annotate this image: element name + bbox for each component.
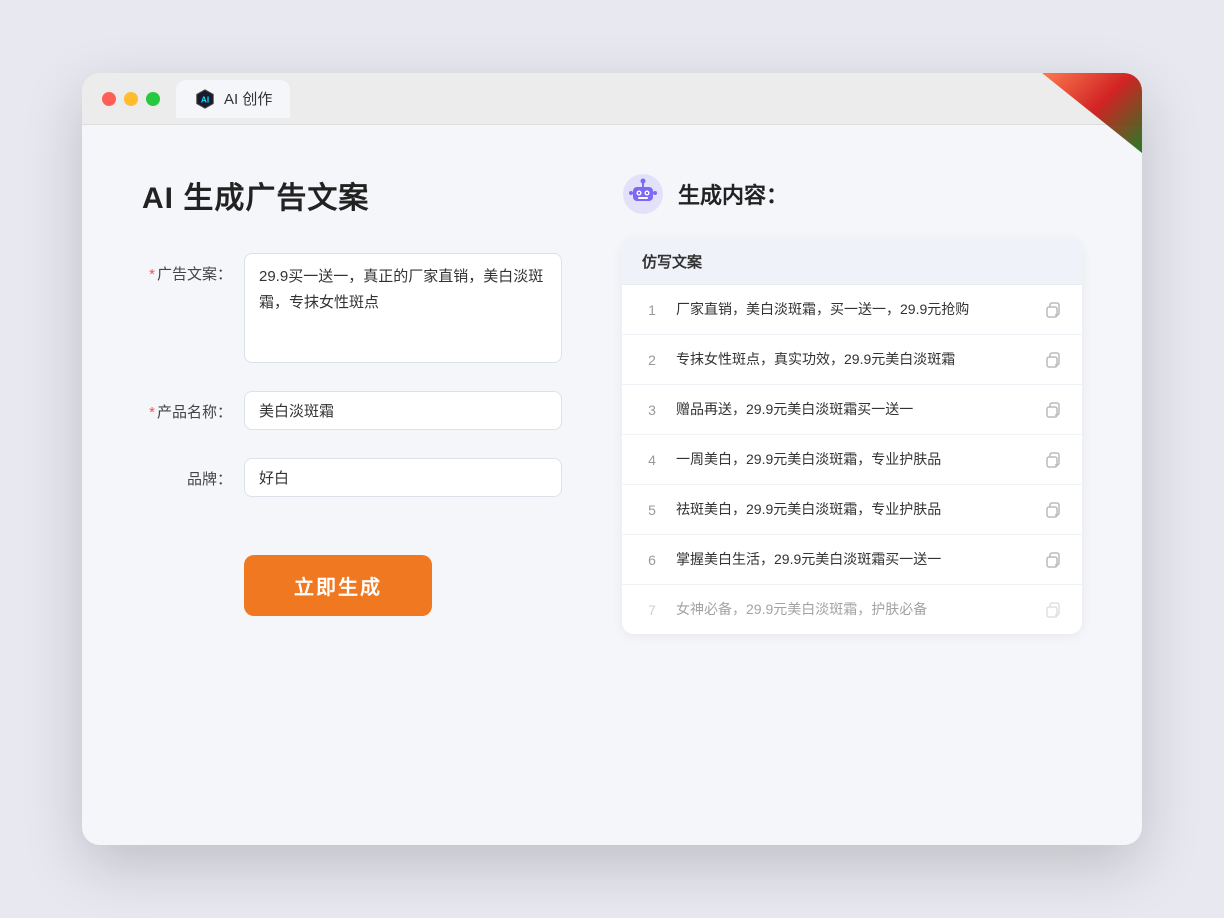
copy-icon[interactable] [1042,500,1062,520]
row-text: 掌握美白生活，29.9元美白淡斑霜买一送一 [676,549,1028,570]
row-text: 专抹女性斑点，真实功效，29.9元美白淡斑霜 [676,349,1028,370]
row-number: 2 [642,352,662,368]
browser-content: AI 生成广告文案 *广告文案： 29.9买一送一，真正的厂家直销，美白淡斑霜，… [82,125,1142,845]
result-rows-container: 1 厂家直销，美白淡斑霜，买一送一，29.9元抢购 2 专抹女性斑点，真实功效，… [622,285,1082,634]
brand-label: 品牌： [142,458,232,489]
copy-icon[interactable] [1042,400,1062,420]
required-star: * [149,266,155,283]
copy-icon[interactable] [1042,550,1062,570]
row-number: 5 [642,502,662,518]
copy-icon[interactable] [1042,350,1062,370]
product-name-input[interactable] [244,391,562,430]
tab-label: AI 创作 [224,88,272,109]
product-name-group: *产品名称： [142,391,562,430]
robot-icon [622,173,664,215]
row-number: 6 [642,552,662,568]
browser-window: AI AI 创作 AI 生成广告文案 *广告文案： 29.9买一送一，真正的厂家… [82,73,1142,845]
table-row: 5 祛斑美白，29.9元美白淡斑霜，专业护肤品 [622,485,1082,535]
brand-group: 品牌： [142,458,562,497]
ad-copy-textarea[interactable]: 29.9买一送一，真正的厂家直销，美白淡斑霜，专抹女性斑点 [244,253,562,363]
row-number: 4 [642,452,662,468]
row-text: 祛斑美白，29.9元美白淡斑霜，专业护肤品 [676,499,1028,520]
result-title: 生成内容： [678,178,788,210]
result-header: 生成内容： [622,173,1082,215]
generate-button[interactable]: 立即生成 [244,555,432,616]
page-title: AI 生成广告文案 [142,173,562,217]
row-text: 一周美白，29.9元美白淡斑霜，专业护肤品 [676,449,1028,470]
left-panel: AI 生成广告文案 *广告文案： 29.9买一送一，真正的厂家直销，美白淡斑霜，… [142,173,562,795]
table-row: 4 一周美白，29.9元美白淡斑霜，专业护肤品 [622,435,1082,485]
table-row: 7 女神必备，29.9元美白淡斑霜，护肤必备 [622,585,1082,634]
result-table: 仿写文案 1 厂家直销，美白淡斑霜，买一送一，29.9元抢购 2 专抹女性斑点，… [622,239,1082,634]
copy-icon[interactable] [1042,450,1062,470]
maximize-button[interactable] [146,92,160,106]
row-text: 女神必备，29.9元美白淡斑霜，护肤必备 [676,599,1028,620]
minimize-button[interactable] [124,92,138,106]
row-text: 赠品再送，29.9元美白淡斑霜买一送一 [676,399,1028,420]
right-panel: 生成内容： 仿写文案 1 厂家直销，美白淡斑霜，买一送一，29.9元抢购 2 专… [622,173,1082,795]
traffic-lights [102,92,160,106]
row-number: 1 [642,302,662,318]
copy-icon[interactable] [1042,600,1062,620]
row-number: 3 [642,402,662,418]
row-number: 7 [642,602,662,618]
table-row: 6 掌握美白生活，29.9元美白淡斑霜买一送一 [622,535,1082,585]
browser-titlebar: AI AI 创作 [82,73,1142,125]
brand-input[interactable] [244,458,562,497]
table-row: 3 赠品再送，29.9元美白淡斑霜买一送一 [622,385,1082,435]
ad-copy-group: *广告文案： 29.9买一送一，真正的厂家直销，美白淡斑霜，专抹女性斑点 [142,253,562,363]
ai-tab-icon: AI [194,88,216,110]
copy-icon[interactable] [1042,300,1062,320]
ad-copy-label: *广告文案： [142,253,232,284]
table-header: 仿写文案 [622,239,1082,285]
ai-tab[interactable]: AI AI 创作 [176,80,290,118]
close-button[interactable] [102,92,116,106]
required-star-2: * [149,404,155,421]
product-name-label: *产品名称： [142,391,232,422]
table-row: 2 专抹女性斑点，真实功效，29.9元美白淡斑霜 [622,335,1082,385]
table-row: 1 厂家直销，美白淡斑霜，买一送一，29.9元抢购 [622,285,1082,335]
row-text: 厂家直销，美白淡斑霜，买一送一，29.9元抢购 [676,299,1028,320]
svg-text:AI: AI [201,95,209,104]
